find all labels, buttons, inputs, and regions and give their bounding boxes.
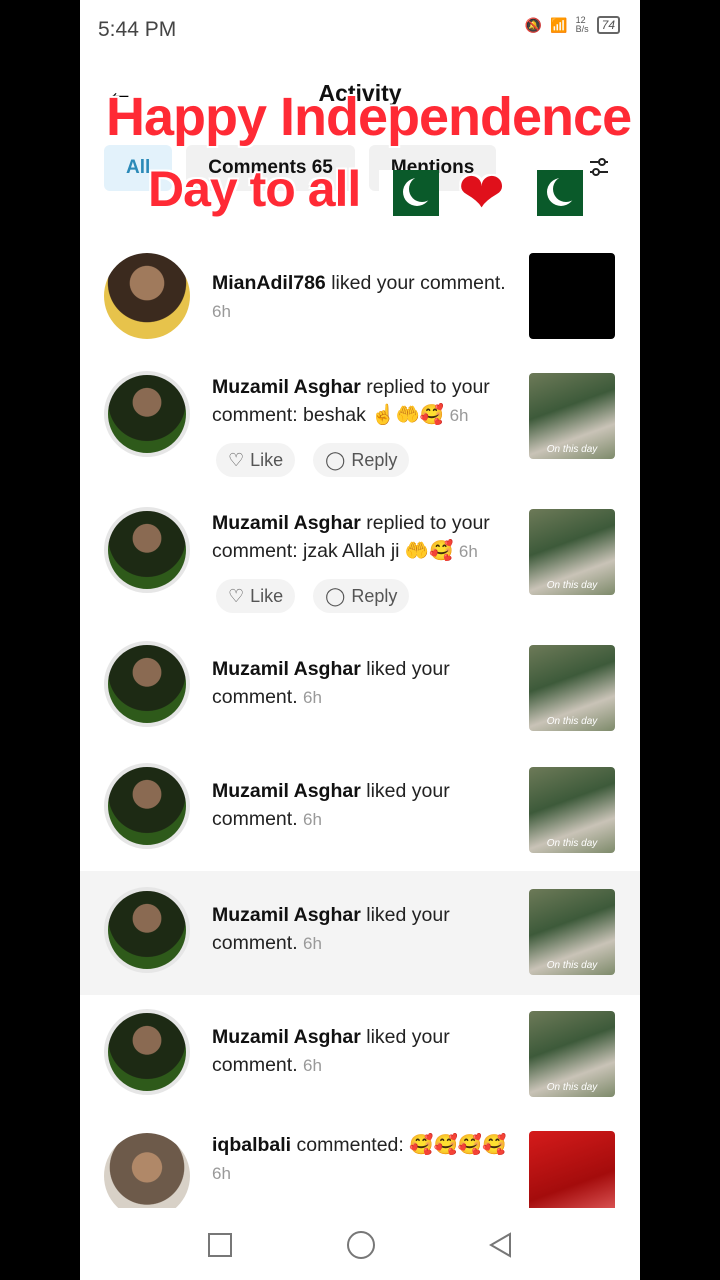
speech-bubble-icon: ◯ (325, 450, 346, 470)
wifi-icon: 📶 (550, 16, 568, 33)
comment-actions: ♡ Like ◯ Reply (216, 443, 410, 477)
activity-text: iqbalbali commented: 🥰🥰🥰🥰 6h (212, 1131, 512, 1188)
timestamp: 6h (458, 542, 478, 561)
avatar[interactable] (104, 371, 190, 457)
list-item[interactable]: MianAdil786 liked your comment. 6h (80, 235, 640, 355)
list-item[interactable]: Muzamil Asghar replied to your comment: … (80, 355, 640, 491)
speech-bubble-icon: ◯ (325, 586, 346, 606)
thumbnail-caption: On this day (546, 444, 598, 455)
heart-outline-icon: ♡ (228, 450, 245, 470)
avatar[interactable] (104, 507, 190, 593)
activity-text: Muzamil Asghar liked your comment. 6h (212, 1023, 512, 1080)
system-nav-bar (80, 1208, 640, 1280)
timestamp: 6h (303, 810, 322, 829)
home-circle-icon[interactable] (346, 1230, 376, 1260)
activity-text: Muzamil Asghar liked your comment. 6h (212, 901, 512, 958)
user-name[interactable]: Muzamil Asghar (212, 904, 361, 926)
avatar[interactable] (104, 887, 190, 973)
user-name[interactable]: Muzamil Asghar (212, 780, 361, 802)
avatar[interactable] (104, 641, 190, 727)
list-item[interactable]: iqbalbali commented: 🥰🥰🥰🥰 6h (80, 1117, 640, 1209)
activity-text: Muzamil Asghar liked your comment. 6h (212, 655, 512, 712)
user-name[interactable]: Muzamil Asghar (212, 512, 361, 534)
thumbnail-caption: On this day (546, 1082, 598, 1093)
comment-actions: ♡ Like ◯ Reply (216, 579, 410, 613)
like-label: Like (250, 450, 284, 470)
red-heart-icon: ❤ (458, 160, 505, 224)
post-thumbnail[interactable]: On this day (529, 645, 615, 731)
thumbnail-caption: On this day (546, 960, 598, 971)
list-item[interactable]: Muzamil Asghar liked your comment. 6h On… (80, 749, 640, 871)
activity-action: commented: 🥰🥰🥰🥰 (291, 1134, 507, 1156)
list-item[interactable]: Muzamil Asghar liked your comment. 6h On… (80, 995, 640, 1117)
activity-text: Muzamil Asghar replied to your comment: … (212, 509, 522, 566)
back-triangle-icon[interactable] (488, 1232, 514, 1258)
pakistan-flag-icon (379, 169, 440, 216)
list-item[interactable]: Muzamil Asghar liked your comment. 6h On… (80, 871, 640, 995)
timestamp: 6h (212, 1164, 231, 1183)
overlay-caption-line1: Happy Independence (106, 87, 632, 147)
timestamp: 6h (303, 688, 322, 707)
overlay-caption-line2: Day to all ❤ (148, 160, 583, 224)
battery-icon: 74 (596, 16, 620, 34)
recent-apps-square-icon[interactable] (207, 1232, 233, 1258)
avatar[interactable] (104, 1133, 190, 1209)
avatar[interactable] (104, 763, 190, 849)
activity-text: Muzamil Asghar liked your comment. 6h (212, 777, 512, 834)
like-button[interactable]: ♡ Like (216, 579, 296, 613)
post-thumbnail[interactable]: On this day (529, 767, 615, 853)
user-name[interactable]: Muzamil Asghar (212, 658, 361, 680)
timestamp: 6h (449, 406, 469, 425)
post-thumbnail[interactable]: On this day (529, 509, 615, 595)
timestamp: 6h (212, 302, 231, 321)
reply-button[interactable]: ◯ Reply (313, 579, 410, 613)
status-icons: 🔕 📶 12 B/s 74 (525, 16, 620, 34)
activity-text: MianAdil786 liked your comment. 6h (212, 269, 512, 326)
post-thumbnail[interactable] (529, 1131, 615, 1209)
thumbnail-caption: On this day (546, 580, 598, 591)
like-label: Like (250, 586, 284, 606)
heart-outline-icon: ♡ (228, 586, 245, 606)
reply-button[interactable]: ◯ Reply (313, 443, 410, 477)
phone-screen: 5:44 PM 🔕 📶 12 B/s 74 ← Activity All Com… (80, 0, 640, 1280)
status-time: 5:44 PM (98, 18, 177, 41)
user-name[interactable]: Muzamil Asghar (212, 376, 361, 398)
pakistan-flag-icon (522, 169, 583, 216)
reply-label: Reply (351, 450, 398, 470)
timestamp: 6h (303, 1056, 322, 1075)
filter-settings-icon[interactable] (588, 156, 610, 178)
net-speed: 12 B/s (575, 15, 589, 34)
status-bar: 5:44 PM 🔕 📶 12 B/s 74 (80, 0, 640, 58)
like-button[interactable]: ♡ Like (216, 443, 296, 477)
activity-action: liked your comment. (325, 272, 506, 294)
avatar[interactable] (104, 1009, 190, 1095)
post-thumbnail[interactable]: On this day (529, 373, 615, 459)
thumbnail-caption: On this day (546, 838, 598, 849)
thumbnail-caption: On this day (546, 716, 598, 727)
post-thumbnail[interactable]: On this day (529, 1011, 615, 1097)
activity-text: Muzamil Asghar replied to your comment: … (212, 373, 522, 430)
user-name[interactable]: Muzamil Asghar (212, 1026, 361, 1048)
list-item[interactable]: Muzamil Asghar liked your comment. 6h On… (80, 627, 640, 749)
user-name[interactable]: iqbalbali (212, 1134, 291, 1156)
post-thumbnail[interactable] (529, 253, 615, 339)
user-name[interactable]: MianAdil786 (212, 272, 326, 294)
timestamp: 6h (303, 934, 322, 953)
overlay-caption-text: Day to all (148, 161, 361, 217)
avatar[interactable] (104, 253, 190, 339)
reply-label: Reply (351, 586, 398, 606)
mute-icon: 🔕 (524, 16, 543, 33)
list-item[interactable]: Muzamil Asghar replied to your comment: … (80, 491, 640, 627)
post-thumbnail[interactable]: On this day (529, 889, 615, 975)
